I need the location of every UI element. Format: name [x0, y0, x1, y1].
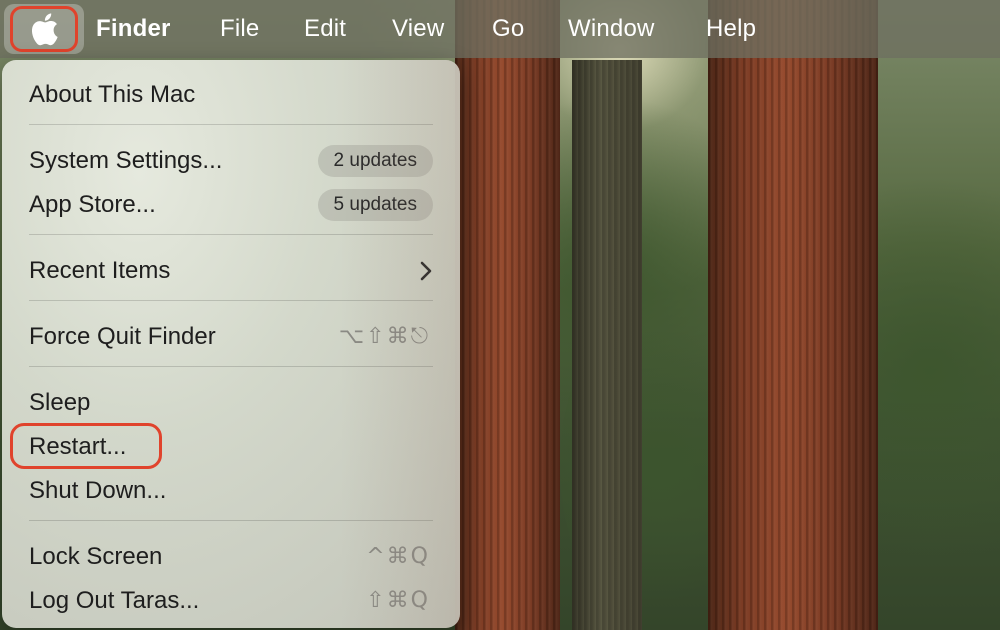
keyboard-shortcut: ^⌘Q: [366, 544, 430, 569]
menu-item-force-quit[interactable]: Force Quit Finder ⌥⇧⌘⎋: [2, 316, 460, 356]
menu-file[interactable]: File: [220, 14, 259, 44]
menu-finder[interactable]: Finder: [96, 14, 171, 44]
updates-badge: 5 updates: [317, 189, 433, 221]
menu-separator: [29, 300, 433, 301]
apple-menu-dropdown: About This Mac System Settings... 2 upda…: [2, 60, 460, 628]
menu-item-app-store[interactable]: App Store... 5 updates: [2, 184, 460, 224]
menu-help[interactable]: Help: [706, 14, 756, 44]
menu-separator: [29, 520, 433, 521]
menu-item-label: Force Quit Finder: [29, 323, 216, 350]
menu-item-system-settings[interactable]: System Settings... 2 updates: [2, 140, 460, 180]
menu-edit[interactable]: Edit: [304, 14, 346, 44]
menu-separator: [29, 124, 433, 125]
menu-item-shut-down[interactable]: Shut Down...: [2, 470, 460, 510]
menu-item-label: Lock Screen: [29, 543, 163, 570]
menu-separator: [29, 366, 433, 367]
menu-bar: Finder File Edit View Go Window Help: [0, 0, 1000, 58]
menu-item-label: System Settings...: [29, 147, 223, 174]
tree-trunk: [455, 0, 560, 630]
menu-item-label: Sleep: [29, 389, 91, 416]
menu-window[interactable]: Window: [568, 14, 655, 44]
menu-item-lock-screen[interactable]: Lock Screen ^⌘Q: [2, 536, 460, 576]
menu-go[interactable]: Go: [492, 14, 524, 44]
menu-item-about-this-mac[interactable]: About This Mac: [2, 74, 460, 114]
updates-badge: 2 updates: [317, 145, 433, 177]
tree-trunk: [708, 0, 878, 630]
menu-item-sleep[interactable]: Sleep: [2, 382, 460, 422]
highlight-ring: [10, 423, 162, 469]
menu-item-log-out[interactable]: Log Out Taras... ⇧⌘Q: [2, 580, 460, 620]
menu-view[interactable]: View: [392, 14, 444, 44]
keyboard-shortcut: ⇧⌘Q: [366, 588, 430, 613]
keyboard-shortcut: ⌥⇧⌘⎋: [338, 324, 430, 349]
chevron-right-icon: [420, 261, 432, 286]
menu-item-label: App Store...: [29, 191, 156, 218]
menu-item-label: Shut Down...: [29, 477, 167, 504]
menu-item-label: About This Mac: [29, 81, 196, 108]
menu-item-label: Recent Items: [29, 257, 171, 284]
highlight-ring: [10, 6, 78, 52]
tree-trunk: [572, 60, 642, 630]
menu-separator: [29, 234, 433, 235]
menu-item-recent-items[interactable]: Recent Items: [2, 250, 460, 290]
menu-item-label: Log Out Taras...: [29, 587, 200, 614]
